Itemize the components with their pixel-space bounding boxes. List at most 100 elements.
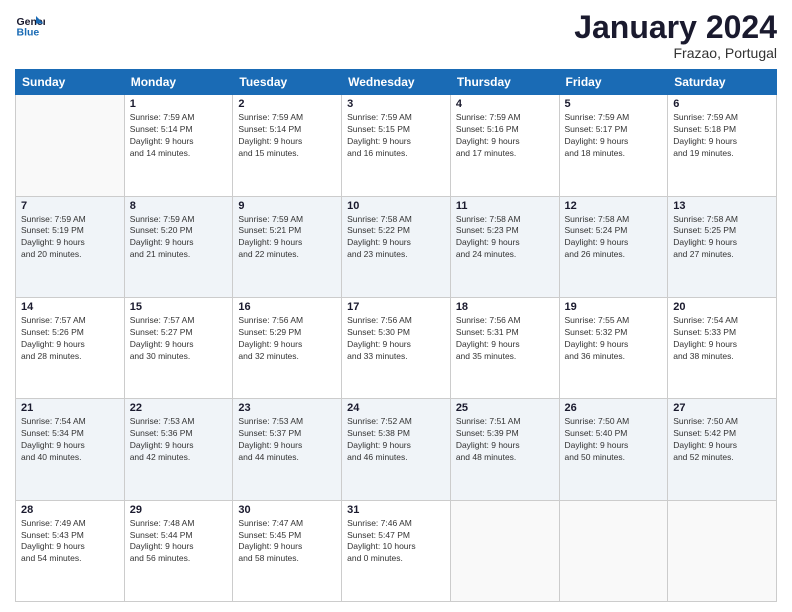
day-number: 3 bbox=[347, 98, 445, 110]
day-number: 21 bbox=[21, 402, 119, 414]
day-info: Sunrise: 7:59 AM Sunset: 5:18 PM Dayligh… bbox=[673, 112, 771, 160]
day-number: 20 bbox=[673, 301, 771, 313]
day-number: 17 bbox=[347, 301, 445, 313]
day-info: Sunrise: 7:58 AM Sunset: 5:23 PM Dayligh… bbox=[456, 214, 554, 262]
day-info: Sunrise: 7:58 AM Sunset: 5:25 PM Dayligh… bbox=[673, 214, 771, 262]
day-info: Sunrise: 7:50 AM Sunset: 5:40 PM Dayligh… bbox=[565, 416, 663, 464]
day-number: 26 bbox=[565, 402, 663, 414]
table-cell: 1 Sunrise: 7:59 AM Sunset: 5:14 PM Daylig… bbox=[124, 95, 233, 196]
table-cell: 22 Sunrise: 7:53 AM Sunset: 5:36 PM Dayli… bbox=[124, 399, 233, 500]
day-info: Sunrise: 7:56 AM Sunset: 5:30 PM Dayligh… bbox=[347, 315, 445, 363]
table-cell: 23Sunrise: 7:53 AM Sunset: 5:37 PM Dayli… bbox=[233, 399, 342, 500]
day-number: 15 bbox=[130, 301, 228, 313]
day-info: Sunrise: 7:58 AM Sunset: 5:22 PM Dayligh… bbox=[347, 214, 445, 262]
month-title: January 2024 bbox=[574, 10, 777, 45]
day-number: 16 bbox=[238, 301, 336, 313]
table-cell: 15 Sunrise: 7:57 AM Sunset: 5:27 PM Dayli… bbox=[124, 297, 233, 398]
day-number: 18 bbox=[456, 301, 554, 313]
table-cell: 2Sunrise: 7:59 AM Sunset: 5:14 PM Daylig… bbox=[233, 95, 342, 196]
day-info: Sunrise: 7:54 AM Sunset: 5:34 PM Dayligh… bbox=[21, 416, 119, 464]
table-cell: 19 Sunrise: 7:55 AM Sunset: 5:32 PM Dayli… bbox=[559, 297, 668, 398]
day-number: 19 bbox=[565, 301, 663, 313]
day-info: Sunrise: 7:58 AM Sunset: 5:24 PM Dayligh… bbox=[565, 214, 663, 262]
table-cell: 16 Sunrise: 7:56 AM Sunset: 5:29 PM Dayli… bbox=[233, 297, 342, 398]
table-cell: 20 Sunrise: 7:54 AM Sunset: 5:33 PM Dayli… bbox=[668, 297, 777, 398]
day-info: Sunrise: 7:59 AM Sunset: 5:20 PM Dayligh… bbox=[130, 214, 228, 262]
day-info: Sunrise: 7:53 AM Sunset: 5:37 PM Dayligh… bbox=[238, 416, 336, 464]
table-cell: 5 Sunrise: 7:59 AM Sunset: 5:17 PM Daylig… bbox=[559, 95, 668, 196]
day-info: Sunrise: 7:59 AM Sunset: 5:15 PM Dayligh… bbox=[347, 112, 445, 160]
day-info: Sunrise: 7:51 AM Sunset: 5:39 PM Dayligh… bbox=[456, 416, 554, 464]
table-cell: 30 Sunrise: 7:47 AM Sunset: 5:45 PM Dayli… bbox=[233, 500, 342, 601]
table-cell: 24Sunrise: 7:52 AM Sunset: 5:38 PM Dayli… bbox=[342, 399, 451, 500]
page: General Blue January 2024 Frazao, Portug… bbox=[0, 0, 792, 612]
day-number: 27 bbox=[673, 402, 771, 414]
day-number: 11 bbox=[456, 200, 554, 212]
table-cell: 9 Sunrise: 7:59 AM Sunset: 5:21 PM Daylig… bbox=[233, 196, 342, 297]
day-number: 4 bbox=[456, 98, 554, 110]
day-info: Sunrise: 7:56 AM Sunset: 5:31 PM Dayligh… bbox=[456, 315, 554, 363]
col-monday: Monday bbox=[124, 70, 233, 95]
day-info: Sunrise: 7:59 AM Sunset: 5:21 PM Dayligh… bbox=[238, 214, 336, 262]
table-cell: 31Sunrise: 7:46 AM Sunset: 5:47 PM Dayli… bbox=[342, 500, 451, 601]
table-cell bbox=[450, 500, 559, 601]
table-cell: 14 Sunrise: 7:57 AM Sunset: 5:26 PM Dayli… bbox=[16, 297, 125, 398]
table-cell: 29 Sunrise: 7:48 AM Sunset: 5:44 PM Dayli… bbox=[124, 500, 233, 601]
table-cell: 10Sunrise: 7:58 AM Sunset: 5:22 PM Dayli… bbox=[342, 196, 451, 297]
day-number: 6 bbox=[673, 98, 771, 110]
table-cell bbox=[559, 500, 668, 601]
day-number: 25 bbox=[456, 402, 554, 414]
table-cell: 28 Sunrise: 7:49 AM Sunset: 5:43 PM Dayli… bbox=[16, 500, 125, 601]
day-info: Sunrise: 7:50 AM Sunset: 5:42 PM Dayligh… bbox=[673, 416, 771, 464]
day-info: Sunrise: 7:59 AM Sunset: 5:14 PM Dayligh… bbox=[130, 112, 228, 160]
table-cell: 26 Sunrise: 7:50 AM Sunset: 5:40 PM Dayli… bbox=[559, 399, 668, 500]
day-info: Sunrise: 7:49 AM Sunset: 5:43 PM Dayligh… bbox=[21, 518, 119, 566]
table-cell: 6 Sunrise: 7:59 AM Sunset: 5:18 PM Daylig… bbox=[668, 95, 777, 196]
col-saturday: Saturday bbox=[668, 70, 777, 95]
day-info: Sunrise: 7:52 AM Sunset: 5:38 PM Dayligh… bbox=[347, 416, 445, 464]
day-number: 14 bbox=[21, 301, 119, 313]
day-number: 12 bbox=[565, 200, 663, 212]
day-number: 30 bbox=[238, 504, 336, 516]
day-info: Sunrise: 7:54 AM Sunset: 5:33 PM Dayligh… bbox=[673, 315, 771, 363]
day-info: Sunrise: 7:47 AM Sunset: 5:45 PM Dayligh… bbox=[238, 518, 336, 566]
day-info: Sunrise: 7:56 AM Sunset: 5:29 PM Dayligh… bbox=[238, 315, 336, 363]
day-info: Sunrise: 7:59 AM Sunset: 5:17 PM Dayligh… bbox=[565, 112, 663, 160]
table-cell: 25 Sunrise: 7:51 AM Sunset: 5:39 PM Dayli… bbox=[450, 399, 559, 500]
day-number: 13 bbox=[673, 200, 771, 212]
table-cell: 12 Sunrise: 7:58 AM Sunset: 5:24 PM Dayli… bbox=[559, 196, 668, 297]
day-number: 7 bbox=[21, 200, 119, 212]
calendar-table: Sunday Monday Tuesday Wednesday Thursday… bbox=[15, 69, 777, 602]
table-cell: 21 Sunrise: 7:54 AM Sunset: 5:34 PM Dayli… bbox=[16, 399, 125, 500]
day-info: Sunrise: 7:57 AM Sunset: 5:27 PM Dayligh… bbox=[130, 315, 228, 363]
day-info: Sunrise: 7:59 AM Sunset: 5:16 PM Dayligh… bbox=[456, 112, 554, 160]
day-number: 8 bbox=[130, 200, 228, 212]
day-info: Sunrise: 7:53 AM Sunset: 5:36 PM Dayligh… bbox=[130, 416, 228, 464]
day-info: Sunrise: 7:59 AM Sunset: 5:14 PM Dayligh… bbox=[238, 112, 336, 160]
day-info: Sunrise: 7:48 AM Sunset: 5:44 PM Dayligh… bbox=[130, 518, 228, 566]
svg-text:Blue: Blue bbox=[17, 27, 40, 39]
day-info: Sunrise: 7:55 AM Sunset: 5:32 PM Dayligh… bbox=[565, 315, 663, 363]
day-info: Sunrise: 7:46 AM Sunset: 5:47 PM Dayligh… bbox=[347, 518, 445, 566]
day-number: 1 bbox=[130, 98, 228, 110]
day-number: 29 bbox=[130, 504, 228, 516]
table-cell: 7Sunrise: 7:59 AM Sunset: 5:19 PM Daylig… bbox=[16, 196, 125, 297]
logo: General Blue bbox=[15, 10, 45, 40]
day-number: 5 bbox=[565, 98, 663, 110]
day-number: 9 bbox=[238, 200, 336, 212]
col-tuesday: Tuesday bbox=[233, 70, 342, 95]
logo-icon: General Blue bbox=[15, 10, 45, 40]
table-cell: 11 Sunrise: 7:58 AM Sunset: 5:23 PM Dayli… bbox=[450, 196, 559, 297]
header: General Blue January 2024 Frazao, Portug… bbox=[15, 10, 777, 61]
col-sunday: Sunday bbox=[16, 70, 125, 95]
col-friday: Friday bbox=[559, 70, 668, 95]
table-cell: 17 Sunrise: 7:56 AM Sunset: 5:30 PM Dayli… bbox=[342, 297, 451, 398]
table-cell bbox=[16, 95, 125, 196]
col-thursday: Thursday bbox=[450, 70, 559, 95]
table-cell: 18 Sunrise: 7:56 AM Sunset: 5:31 PM Dayli… bbox=[450, 297, 559, 398]
day-info: Sunrise: 7:57 AM Sunset: 5:26 PM Dayligh… bbox=[21, 315, 119, 363]
table-cell: 3 Sunrise: 7:59 AM Sunset: 5:15 PM Daylig… bbox=[342, 95, 451, 196]
day-number: 22 bbox=[130, 402, 228, 414]
location: Frazao, Portugal bbox=[574, 45, 777, 61]
day-number: 28 bbox=[21, 504, 119, 516]
